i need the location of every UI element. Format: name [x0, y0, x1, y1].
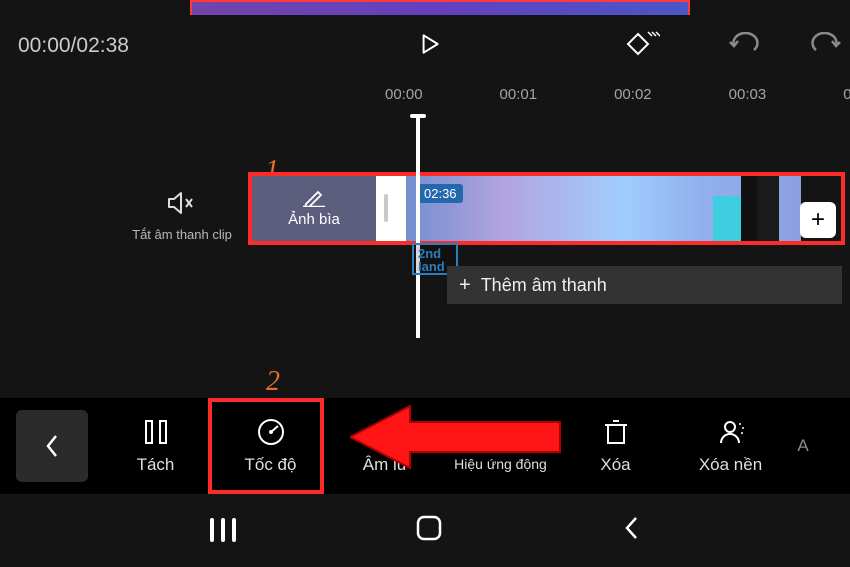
chevron-left-icon: [622, 514, 640, 542]
clip-handle[interactable]: [376, 176, 406, 241]
video-clip[interactable]: 02:36: [406, 176, 801, 241]
tick-label: 00:00: [385, 86, 423, 108]
mute-clip-label: Tắt âm thanh clip: [132, 227, 232, 243]
tool-delete[interactable]: Xóa: [558, 417, 673, 475]
timeline-ticks: 00:00 00:01 00:02 00:03 00:: [385, 86, 850, 108]
tool-label: Tốc độ: [245, 455, 297, 475]
mute-icon: [167, 190, 197, 216]
person-cutout-icon: [716, 417, 746, 447]
keyframe-icon: [626, 29, 660, 59]
nav-home-button[interactable]: [415, 514, 443, 547]
play-icon: [416, 31, 442, 57]
speed-icon: [256, 417, 286, 447]
tool-label: Xóa: [600, 455, 630, 475]
pencil-icon: [303, 189, 325, 207]
trash-icon: [604, 417, 628, 447]
player-controls: 00:00/02:38: [18, 28, 832, 64]
annotation-marker-2: 2: [266, 366, 280, 398]
tool-label: A: [797, 436, 808, 456]
tool-more[interactable]: A: [788, 436, 818, 456]
keyframe-button[interactable]: [626, 29, 660, 64]
plus-icon: +: [811, 206, 825, 234]
play-button[interactable]: [416, 31, 442, 62]
mute-clip-button[interactable]: Tắt âm thanh clip: [132, 190, 232, 243]
cover-thumbnail[interactable]: Ảnh bìa: [252, 176, 376, 241]
tool-remove-bg[interactable]: Xóa nền: [673, 417, 788, 475]
playhead[interactable]: [416, 118, 420, 338]
preview-strip: [190, 0, 690, 15]
playback-time: 00:00/02:38: [18, 34, 129, 58]
clip-frame: [741, 176, 757, 241]
tool-label: Tách: [137, 455, 175, 475]
toolbar-back-button[interactable]: [16, 410, 88, 482]
tick-label: 00:: [843, 86, 850, 108]
home-icon: [415, 514, 443, 542]
redo-icon: [810, 32, 842, 56]
nav-recent-button[interactable]: [210, 518, 236, 542]
tool-label: Xóa nền: [699, 455, 762, 475]
cover-label: Ảnh bìa: [288, 211, 340, 228]
add-audio-track[interactable]: + Thêm âm thanh: [447, 266, 842, 304]
clip-frame: [757, 176, 779, 241]
add-audio-label: Thêm âm thanh: [481, 275, 607, 296]
redo-button[interactable]: [810, 32, 842, 61]
tick-label: 00:02: [614, 86, 652, 108]
tick-label: 00:03: [729, 86, 767, 108]
chevron-left-icon: [44, 433, 60, 459]
clip-duration-badge: 02:36: [418, 184, 463, 203]
tick-label: 00:01: [500, 86, 538, 108]
annotation-arrow: [350, 392, 570, 482]
android-nav-bar: [0, 503, 850, 557]
split-icon: [143, 417, 169, 447]
clip-frame: [713, 196, 741, 241]
tool-speed[interactable]: Tốc độ: [213, 417, 328, 475]
undo-icon: [728, 32, 760, 56]
plus-icon: +: [459, 274, 471, 297]
undo-button[interactable]: [728, 32, 760, 61]
tool-split[interactable]: Tách: [98, 417, 213, 475]
add-clip-button[interactable]: +: [800, 202, 836, 238]
nav-back-button[interactable]: [622, 514, 640, 547]
